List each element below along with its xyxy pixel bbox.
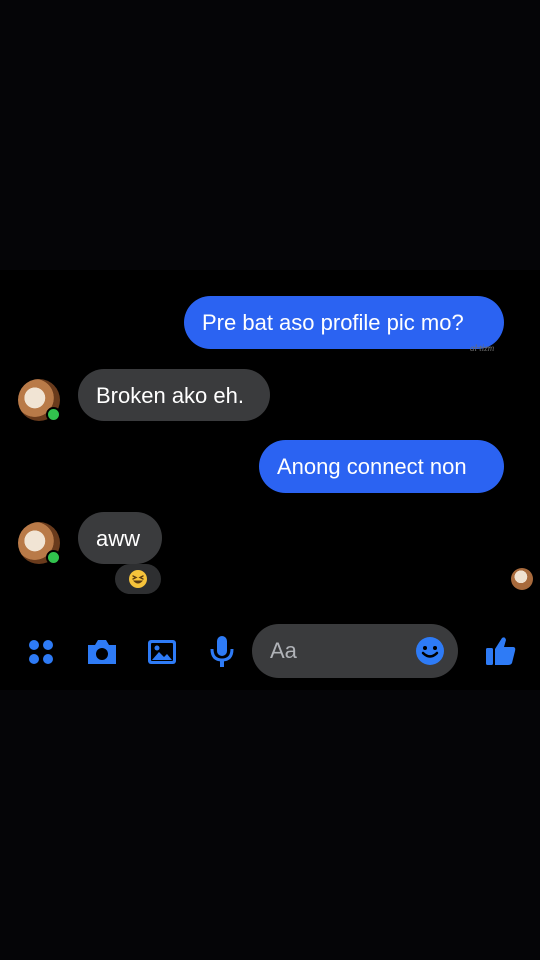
message-bubble-incoming[interactable]: Broken ako eh.: [78, 369, 270, 421]
emoji-button[interactable]: [414, 635, 446, 667]
message-bubble-incoming[interactable]: aww: [78, 512, 162, 564]
gallery-icon: [148, 640, 176, 664]
microphone-icon: [210, 636, 234, 667]
gallery-button[interactable]: [144, 634, 180, 670]
thumbs-up-icon: [486, 637, 516, 665]
message-input[interactable]: [252, 624, 420, 678]
online-status-icon: [46, 407, 61, 422]
message-bubble-outgoing[interactable]: Pre bat aso profile pic mo?: [184, 296, 504, 349]
emoji-icon: [416, 637, 444, 665]
camera-button[interactable]: [84, 634, 120, 670]
like-button[interactable]: [482, 632, 520, 670]
message-text: aww: [96, 525, 141, 551]
apps-icon: [29, 640, 53, 664]
message-bubble-outgoing[interactable]: Anong connect non: [259, 440, 504, 493]
online-status-icon: [46, 550, 61, 565]
message-reaction[interactable]: [115, 564, 161, 594]
message-text: Anong connect non: [277, 454, 467, 479]
camera-icon: [88, 640, 116, 664]
message-text: Pre bat aso profile pic mo?: [202, 310, 464, 335]
watermark: a̶l̶ ̶t̶i̶z̶m: [470, 343, 495, 353]
seen-indicator-avatar: [511, 568, 533, 590]
apps-button[interactable]: [24, 635, 58, 669]
laughing-face-icon: [129, 570, 147, 588]
voice-button[interactable]: [204, 632, 240, 672]
message-text: Broken ako eh.: [96, 382, 244, 408]
message-composer[interactable]: [252, 624, 458, 678]
